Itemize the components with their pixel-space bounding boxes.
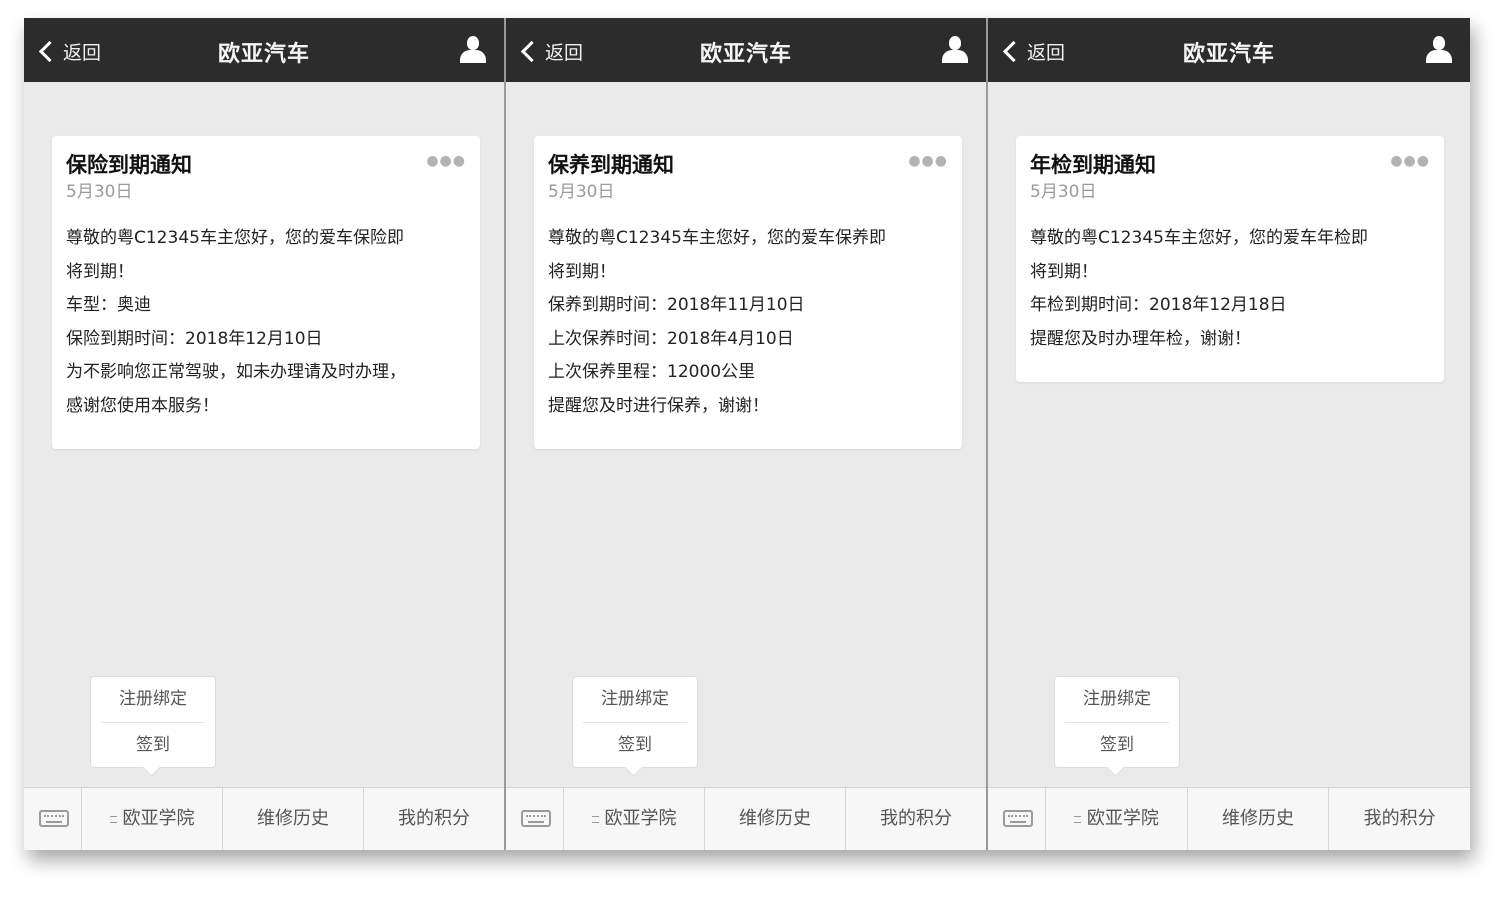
submenu-popup: 注册绑定 签到 xyxy=(1054,676,1180,768)
menu-academy[interactable]: 欧亚学院 xyxy=(1046,788,1188,850)
card-line: 保险到期时间：2018年12月10日 xyxy=(66,328,323,349)
menu-item-register-bind[interactable]: 注册绑定 xyxy=(91,677,215,722)
menu-lines-icon xyxy=(1073,815,1081,823)
page-title: 欧亚汽车 xyxy=(699,42,792,67)
card-line: 保养到期时间：2018年11月10日 xyxy=(548,295,805,315)
card-line: 为不影响您正常驾驶，如未办理请及时办理， xyxy=(66,362,406,382)
user-icon[interactable] xyxy=(1426,36,1452,64)
keyboard-toggle-icon[interactable] xyxy=(506,788,564,850)
card-title: 年检到期通知 xyxy=(1030,153,1156,177)
card-line: 上次保养里程：12000公里 xyxy=(548,362,756,382)
menu-item-register-bind[interactable]: 注册绑定 xyxy=(1055,677,1179,722)
menu-academy[interactable]: 欧亚学院 xyxy=(564,788,705,850)
card-date: 5月30日 xyxy=(66,182,133,202)
menu-lines-icon xyxy=(109,815,117,823)
card-line: 将到期！ xyxy=(548,261,616,282)
menu-item-checkin[interactable]: 签到 xyxy=(1055,723,1179,768)
screens-container: 返回 欧亚汽车 ●●● 保险到期通知 5月30日 尊敬的粤C12345车主您好，… xyxy=(24,18,1470,850)
submenu-popup: 注册绑定 签到 xyxy=(90,676,216,768)
card-line: 将到期！ xyxy=(66,261,134,282)
card-line: 将到期！ xyxy=(1030,261,1098,282)
menu-academy[interactable]: 欧亚学院 xyxy=(82,788,223,850)
keyboard-toggle-icon[interactable] xyxy=(988,788,1046,850)
notification-card: ●●● 保险到期通知 5月30日 尊敬的粤C12345车主您好，您的爱车保险即 … xyxy=(52,136,480,449)
page-title: 欧亚汽车 xyxy=(217,42,310,67)
menu-item-checkin[interactable]: 签到 xyxy=(573,723,697,768)
menu-repair-history[interactable]: 维修历史 xyxy=(705,788,846,850)
card-line: 年检到期时间：2018年12月18日 xyxy=(1030,295,1287,315)
menu-my-points[interactable]: 我的积分 xyxy=(364,788,504,850)
submenu-popup: 注册绑定 签到 xyxy=(572,676,698,768)
card-title: 保险到期通知 xyxy=(66,153,192,177)
phone-screen-inspection: 返回 欧亚汽车 ●●● 年检到期通知 5月30日 尊敬的粤C12345车主您好，… xyxy=(988,18,1470,850)
page-title: 欧亚汽车 xyxy=(1182,42,1275,67)
menu-repair-history[interactable]: 维修历史 xyxy=(223,788,364,850)
bottom-menu-bar: 欧亚学院 维修历史 我的积分 xyxy=(988,787,1470,850)
menu-item-checkin[interactable]: 签到 xyxy=(91,723,215,768)
card-line: 感谢您使用本服务！ xyxy=(66,395,219,416)
card-date: 5月30日 xyxy=(1030,182,1097,202)
menu-repair-history[interactable]: 维修历史 xyxy=(1188,788,1330,850)
card-line: 尊敬的粤C12345车主您好，您的爱车保险即 xyxy=(66,228,404,248)
user-icon[interactable] xyxy=(942,36,968,64)
card-title: 保养到期通知 xyxy=(548,153,674,177)
card-line: 提醒您及时办理年检，谢谢！ xyxy=(1030,328,1251,349)
bottom-menu-bar: 欧亚学院 维修历史 我的积分 xyxy=(506,787,986,850)
card-line: 尊敬的粤C12345车主您好，您的爱车年检即 xyxy=(1030,228,1368,248)
keyboard-toggle-icon[interactable] xyxy=(24,788,82,850)
more-options-icon[interactable]: ●●● xyxy=(426,154,466,168)
menu-academy-label: 欧亚学院 xyxy=(122,808,195,829)
menu-lines-icon xyxy=(591,815,599,823)
card-date: 5月30日 xyxy=(548,182,615,202)
phone-screen-insurance: 返回 欧亚汽车 ●●● 保险到期通知 5月30日 尊敬的粤C12345车主您好，… xyxy=(24,18,506,850)
more-options-icon[interactable]: ●●● xyxy=(1390,154,1430,168)
menu-academy-label: 欧亚学院 xyxy=(604,808,677,829)
bottom-menu-bar: 欧亚学院 维修历史 我的积分 xyxy=(24,787,504,850)
more-options-icon[interactable]: ●●● xyxy=(908,154,948,168)
card-line: 提醒您及时进行保养，谢谢！ xyxy=(548,395,769,416)
card-line: 车型：奥迪 xyxy=(66,295,151,315)
notification-card: ●●● 保养到期通知 5月30日 尊敬的粤C12345车主您好，您的爱车保养即 … xyxy=(534,136,962,449)
menu-item-register-bind[interactable]: 注册绑定 xyxy=(573,677,697,722)
menu-my-points[interactable]: 我的积分 xyxy=(1329,788,1470,850)
nav-bar: 返回 欧亚汽车 xyxy=(506,18,986,82)
nav-bar: 返回 欧亚汽车 xyxy=(988,18,1470,82)
user-icon[interactable] xyxy=(460,36,486,64)
menu-academy-label: 欧亚学院 xyxy=(1086,808,1159,829)
menu-my-points[interactable]: 我的积分 xyxy=(846,788,986,850)
notification-card: ●●● 年检到期通知 5月30日 尊敬的粤C12345车主您好，您的爱车年检即 … xyxy=(1016,136,1444,382)
card-line: 尊敬的粤C12345车主您好，您的爱车保养即 xyxy=(548,228,886,248)
nav-bar: 返回 欧亚汽车 xyxy=(24,18,504,82)
phone-screen-maintenance: 返回 欧亚汽车 ●●● 保养到期通知 5月30日 尊敬的粤C12345车主您好，… xyxy=(506,18,988,850)
card-line: 上次保养时间：2018年4月10日 xyxy=(548,328,794,349)
